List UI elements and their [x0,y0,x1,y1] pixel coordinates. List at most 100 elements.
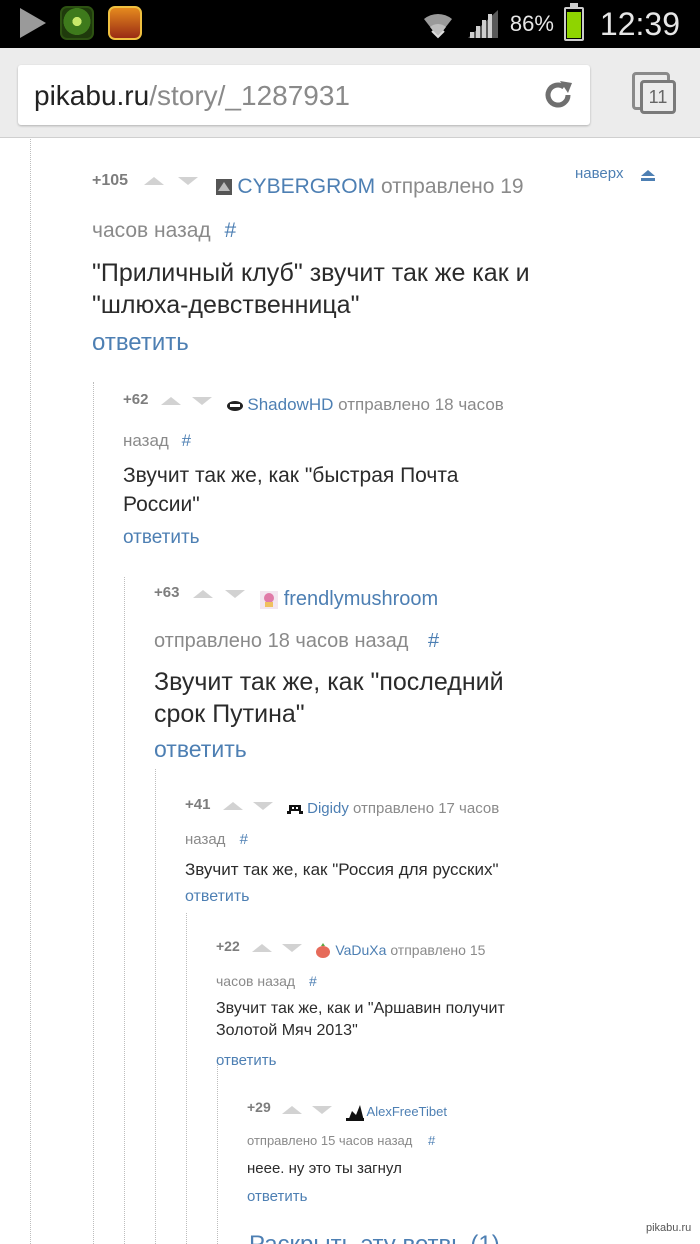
sent-time: отправлено 18 часов назад [154,630,409,652]
notification-icons [16,6,142,40]
permalink-hash[interactable]: # [240,831,248,848]
rating: +62 [123,391,149,408]
comment-text-line: "шлюха-девственница" [92,291,360,319]
comment-text: неее. ну это ты загнул [247,1159,402,1179]
sent-time-cont: часов назад [92,219,211,242]
comment-header: +63 frendlymushroom [154,584,439,611]
author-link[interactable]: VaDuXa [335,942,386,958]
app-icon-1 [60,6,94,40]
avatar[interactable] [226,400,243,412]
comments-area: наверх +105 CYBERGROM отправлено 19 часо… [0,139,700,1244]
expand-branch-link[interactable]: Раскрыть эту ветвь (1) [249,1231,500,1244]
thread-line [217,1057,218,1244]
rating: +29 [247,1099,271,1115]
thread-line [155,769,156,1244]
comment-meta-line: назад # [185,831,248,848]
comment-meta-line: часов назад # [216,973,317,989]
watermark: pikabu.ru [646,1222,692,1234]
vote-down-icon[interactable] [281,944,302,953]
tabs-button[interactable]: 11 [630,70,678,116]
browser-toolbar: pikabu.ru/story/_1287931 11 [0,48,700,138]
vote-down-icon[interactable] [191,396,212,405]
author-link[interactable]: Digidy [307,800,349,817]
reply-link[interactable]: ответить [92,329,189,357]
vote-up-icon[interactable] [143,177,164,186]
comment-text: Звучит так же, как "быстрая Почта России… [123,461,458,519]
rating: +105 [92,172,129,189]
comment-text: Звучит так же, как и "Аршавин получит Зо… [216,998,505,1042]
avatar[interactable] [260,590,279,609]
avatar[interactable] [215,179,232,196]
vote-down-icon[interactable] [224,589,245,598]
reply-link[interactable]: ответить [185,888,250,906]
comment-meta-line: часов назад # [92,219,236,243]
permalink-hash[interactable]: # [428,630,439,652]
system-icons: 86% 12:39 [420,0,680,48]
battery-percent: 86% [509,11,554,36]
comment-text-line: Звучит так же, как "быстрая Почта [123,464,459,487]
status-bar: 86% 12:39 [0,0,700,48]
reply-link[interactable]: ответить [247,1188,307,1205]
vote-down-icon[interactable] [312,1105,332,1114]
sent-time: отправлено 15 [390,942,486,958]
permalink-hash[interactable]: # [182,431,191,450]
rating: +63 [154,584,180,601]
comment-text-line: Золотой Мяч 2013" [216,1022,358,1039]
author-link[interactable]: frendlymushroom [284,588,439,610]
comment-text-line: Звучит так же, как "Россия для русских" [185,860,499,879]
vote-up-icon[interactable] [222,802,243,811]
comment-meta-line: назад # [123,431,191,451]
permalink-hash[interactable]: # [224,219,236,242]
address-bar[interactable]: pikabu.ru/story/_1287931 [18,65,590,125]
comment-text-line: Звучит так же, как "последний [154,668,504,696]
vote-down-icon[interactable] [177,177,198,186]
comment-text-line: "Приличный клуб" звучит так же как и [92,259,530,287]
rating: +41 [185,796,211,813]
sent-time: отправлено 19 [380,175,524,198]
vote-down-icon[interactable] [252,802,273,811]
tabs-count: 11 [640,80,676,114]
avatar[interactable] [345,1104,364,1121]
comment-header: +41 Digidy отправлено 17 часов [185,796,500,817]
permalink-hash[interactable]: # [428,1133,435,1148]
battery-fill [566,12,581,38]
thread-line [30,139,31,1244]
arrow-up-icon[interactable] [641,170,655,182]
sent-time: отправлено 17 часов [353,800,500,817]
author-link[interactable]: AlexFreeTibet [367,1104,447,1119]
reply-link[interactable]: ответить [123,527,200,549]
vote-up-icon[interactable] [282,1105,303,1114]
vote-up-icon[interactable] [251,944,272,953]
author-link[interactable]: CYBERGROM [237,175,375,198]
to-top-link[interactable]: наверх [575,165,623,182]
thread-line [186,913,187,1244]
comment-text: "Приличный клуб" звучит так же как и "шл… [92,257,530,321]
url-text[interactable]: pikabu.ru/story/_1287931 [34,80,350,112]
vote-up-icon[interactable] [193,589,214,598]
vote-up-icon[interactable] [161,396,182,405]
sent-time-cont: назад [123,431,169,450]
reload-icon[interactable] [540,77,576,113]
sent-time: отправлено 15 часов назад [247,1133,413,1148]
comment-text-line: неее. ну это ты загнул [247,1160,402,1177]
reply-link[interactable]: ответить [154,736,247,763]
comment-meta-line: отправлено 18 часов назад # [154,630,439,653]
thread-line [124,577,125,1244]
permalink-hash[interactable]: # [309,973,317,989]
clock: 12:39 [599,5,680,42]
sent-time-cont: назад [185,831,226,848]
thread-line [93,382,94,1244]
signal-icon [467,10,498,38]
sent-time: отправлено 18 часов [338,395,504,414]
comment-header: +62 ShadowHD отправлено 18 часов [123,391,504,415]
avatar[interactable] [315,943,331,959]
rating: +22 [216,938,240,954]
url-domain: pikabu.ru [34,80,150,111]
comment-text-line: срок Путина" [154,700,305,728]
avatar[interactable] [286,803,303,815]
reply-link[interactable]: ответить [216,1052,276,1069]
comment-header: +105 CYBERGROM отправлено 19 [92,172,524,199]
app-icon-2 [108,6,142,40]
author-link[interactable]: ShadowHD [247,395,333,414]
wifi-icon [423,13,452,39]
